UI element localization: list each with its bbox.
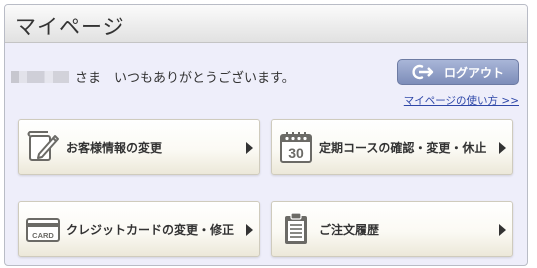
- pen-icon: [27, 131, 59, 161]
- credit-card-icon: CARD: [26, 218, 60, 242]
- customer-name-masked: [11, 71, 69, 83]
- customer-info-change-button[interactable]: お客様情報の変更: [18, 119, 260, 175]
- calendar-icon: 30: [280, 132, 312, 163]
- page-header: マイページ: [5, 5, 527, 43]
- mypage-panel: マイページ さま いつもありがとうございます。 ログアウト マイページの使い方 …: [4, 4, 528, 266]
- logout-button[interactable]: ログアウト: [397, 59, 519, 85]
- subscription-course-label: 定期コースの確認・変更・休止: [319, 141, 487, 155]
- card-icon-text: CARD: [32, 231, 54, 240]
- greeting-message: さま いつもありがとうございます。: [11, 67, 295, 86]
- order-history-label: ご注文履歴: [319, 223, 380, 237]
- subscription-course-button[interactable]: 30 定期コースの確認・変更・休止: [271, 119, 513, 175]
- chevron-right-icon: [246, 142, 253, 154]
- logout-label: ログアウト: [443, 65, 504, 80]
- calendar-date-text: 30: [288, 145, 304, 161]
- credit-card-change-label: クレジットカードの変更・修正: [66, 223, 235, 237]
- order-history-button[interactable]: ご注文履歴: [271, 201, 513, 257]
- chevron-right-icon: [499, 224, 506, 236]
- greeting-text: さま いつもありがとうございます。: [75, 71, 295, 86]
- chevron-right-icon: [499, 142, 506, 154]
- customer-info-change-label: お客様情報の変更: [66, 141, 163, 155]
- clipboard-icon: [285, 212, 307, 244]
- logout-icon: [412, 64, 434, 80]
- page-title: マイページ: [15, 15, 125, 39]
- chevron-right-icon: [246, 224, 253, 236]
- credit-card-change-button[interactable]: CARD クレジットカードの変更・修正: [18, 201, 260, 257]
- help-link[interactable]: マイページの使い方 >>: [404, 93, 519, 108]
